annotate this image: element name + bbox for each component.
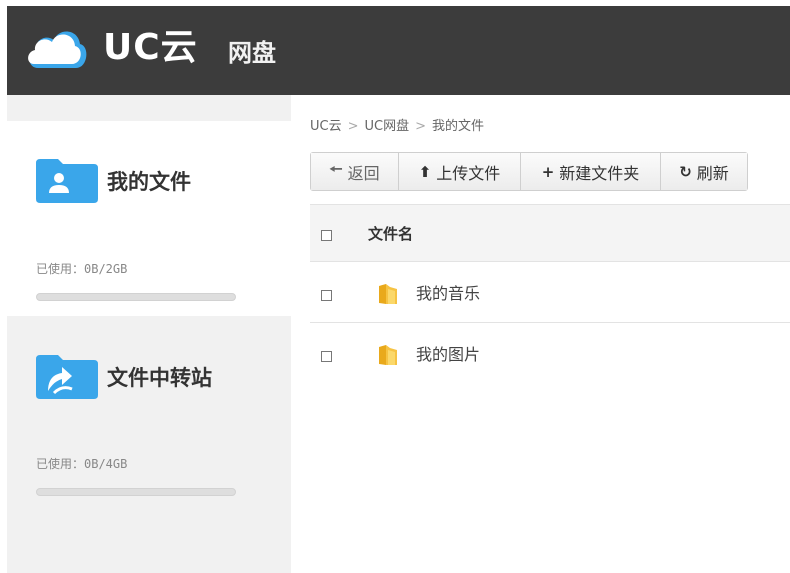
- brand-subtitle: 网盘: [228, 39, 276, 67]
- upload-button[interactable]: ⬆ 上传文件: [399, 153, 521, 190]
- back-label: 返回: [347, 163, 380, 183]
- upload-label: 上传文件: [436, 163, 501, 183]
- usage-progress-bar: [36, 293, 236, 301]
- app-header: UC云 网盘: [7, 6, 790, 95]
- folder-icon: [379, 345, 397, 365]
- refresh-label: 刷新: [696, 163, 729, 183]
- breadcrumb-separator: >: [415, 119, 426, 134]
- breadcrumb-separator: >: [347, 119, 359, 134]
- toolbar: 🠔 返回 ⬆ 上传文件 + 新建文件夹 ↻ 刷新: [310, 152, 748, 191]
- breadcrumb: UC云 > UC网盘 > 我的文件: [310, 119, 484, 135]
- sidebar-item-my-files[interactable]: 我的文件 已使用：0B/2GB: [7, 121, 291, 317]
- usage-progress-bar: [36, 488, 236, 496]
- arrow-left-icon: 🠔: [329, 160, 343, 178]
- row-checkbox[interactable]: [321, 351, 332, 362]
- sidebar-item-label: 我的文件: [107, 170, 191, 194]
- usage-text: 已使用：0B/2GB: [36, 262, 128, 276]
- file-name[interactable]: 我的图片: [416, 345, 480, 365]
- new-folder-label: 新建文件夹: [559, 163, 640, 183]
- refresh-button[interactable]: ↻ 刷新: [661, 153, 747, 190]
- sidebar-item-label: 文件中转站: [107, 366, 212, 390]
- row-checkbox[interactable]: [321, 290, 332, 301]
- usage-text: 已使用：0B/4GB: [36, 457, 128, 471]
- upload-icon: ⬆: [418, 162, 432, 181]
- file-table: 文件名 我的音乐 我的图片: [310, 204, 790, 384]
- transfer-folder-icon: [36, 355, 98, 399]
- new-folder-button[interactable]: + 新建文件夹: [521, 153, 661, 190]
- breadcrumb-item-current: 我的文件: [432, 119, 485, 134]
- sidebar: 我的文件 已使用：0B/2GB 文件中转站 已使用：0B/4GB: [7, 95, 291, 573]
- breadcrumb-item-netdisk[interactable]: UC网盘: [365, 119, 410, 134]
- breadcrumb-item-uc[interactable]: UC云: [310, 119, 342, 134]
- column-header-filename: 文件名: [368, 225, 414, 243]
- refresh-icon: ↻: [679, 162, 692, 181]
- file-name[interactable]: 我的音乐: [416, 284, 480, 304]
- table-header: 文件名: [310, 204, 790, 262]
- brand-name: UC云: [103, 27, 198, 68]
- table-row[interactable]: 我的图片: [310, 323, 790, 384]
- folder-icon: [379, 284, 397, 304]
- plus-icon: +: [541, 162, 555, 181]
- back-button[interactable]: 🠔 返回: [311, 153, 399, 190]
- select-all-checkbox[interactable]: [321, 230, 332, 241]
- table-row[interactable]: 我的音乐: [310, 262, 790, 323]
- cloud-logo-icon: [28, 31, 87, 69]
- user-folder-icon: [36, 159, 98, 203]
- sidebar-item-transfer[interactable]: 文件中转站 已使用：0B/4GB: [7, 316, 291, 573]
